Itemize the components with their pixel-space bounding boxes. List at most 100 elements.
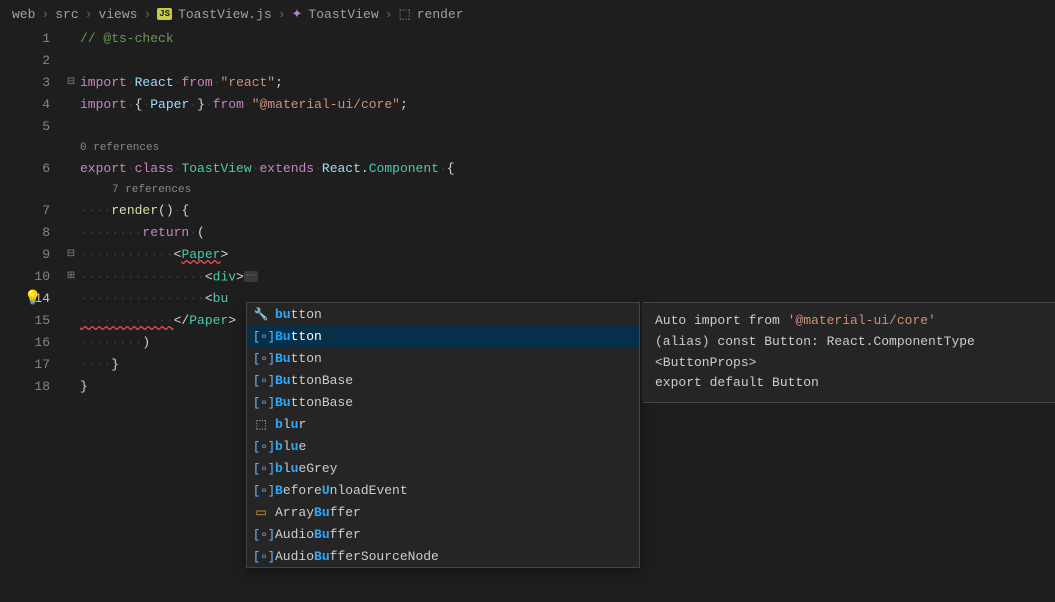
line-number: 4 (0, 94, 50, 116)
line-number: 6 (0, 158, 50, 180)
autocomplete-item[interactable]: [∘] blueGrey (247, 457, 639, 479)
autocomplete-item[interactable]: [∘] ButtonBase (247, 369, 639, 391)
code-text: Component (369, 161, 439, 176)
code-text: React (135, 75, 174, 90)
code-text: from (213, 97, 244, 112)
autocomplete-label: ButtonBase (275, 395, 353, 410)
line-number: 15 (0, 310, 50, 332)
chevron-right-icon: › (278, 7, 286, 22)
code-text: ToastView (181, 161, 251, 176)
code-text: import (80, 75, 127, 90)
code-text: return (142, 225, 189, 240)
code-text: render (111, 203, 158, 218)
breadcrumb-segment[interactable]: views (98, 7, 137, 22)
fold-collapse-icon[interactable]: ⊟ (62, 72, 80, 94)
autocomplete-item[interactable]: [∘]AudioBufferSourceNode (247, 545, 639, 567)
code-text: // @ts-check (80, 31, 174, 46)
chevron-right-icon: › (85, 7, 93, 22)
autocomplete-item[interactable]: [∘] blue (247, 435, 639, 457)
breadcrumb-symbol[interactable]: ToastView (308, 7, 378, 22)
code-text: "@material-ui/core" (252, 97, 400, 112)
code-text: class (135, 161, 174, 176)
chevron-right-icon: › (41, 7, 49, 22)
autocomplete-label: blueGrey (275, 461, 337, 476)
chevron-right-icon: › (385, 7, 393, 22)
breadcrumb-segment[interactable]: web (12, 7, 35, 22)
documentation-popup: × Auto import from '@material-ui/core' (… (642, 302, 1055, 403)
doc-text: '@material-ui/core' (788, 313, 936, 328)
code-text: "react" (220, 75, 275, 90)
suggestion-kind-icon: [∘] (253, 395, 269, 410)
line-number: 7 (0, 200, 50, 222)
method-icon: ⬚ (398, 7, 410, 22)
suggestion-kind-icon: [∘] (253, 373, 269, 388)
line-number: 8 (0, 222, 50, 244)
doc-text: Auto import from (655, 313, 788, 328)
code-text: Paper (150, 97, 189, 112)
autocomplete-label: button (275, 307, 322, 322)
line-number: 5 (0, 116, 50, 138)
suggestion-kind-icon: [∘] (253, 351, 269, 366)
autocomplete-label: AudioBuffer (275, 527, 361, 542)
autocomplete-label: Button (275, 329, 322, 344)
autocomplete-item[interactable]: [∘] AudioBuffer (247, 523, 639, 545)
autocomplete-item[interactable]: [∘] Button (247, 325, 639, 347)
code-text: export (80, 161, 127, 176)
line-number: 1 (0, 28, 50, 50)
autocomplete-item[interactable]: ⬚blur (247, 413, 639, 435)
codelens-references[interactable]: 7 references (80, 180, 1055, 200)
autocomplete-label: AudioBufferSourceNode (275, 549, 439, 564)
code-text: from (181, 75, 212, 90)
suggestion-kind-icon: [∘] (253, 461, 269, 476)
folded-code-indicator[interactable]: ⋯ (244, 271, 258, 282)
autocomplete-item[interactable]: [∘] Button (247, 347, 639, 369)
doc-text: <ButtonProps> (655, 353, 1055, 374)
doc-text: export default Button (655, 373, 1055, 394)
line-number: 10 (0, 266, 50, 288)
codelens-references[interactable]: 0 references (80, 138, 1055, 158)
autocomplete-label: blur (275, 417, 306, 432)
autocomplete-item[interactable]: 🔧 button (247, 303, 639, 325)
lightbulb-icon[interactable]: 💡 (24, 288, 41, 310)
line-number: 2 (0, 50, 50, 72)
breadcrumb-file[interactable]: ToastView.js (178, 7, 272, 22)
fold-collapse-icon[interactable]: ⊟ (62, 244, 80, 266)
code-text: Paper (189, 313, 228, 328)
codelens-spacer (0, 138, 50, 158)
suggestion-kind-icon: [∘] (253, 483, 269, 498)
suggestion-kind-icon: [∘] (253, 439, 269, 454)
breadcrumb-symbol[interactable]: render (417, 7, 464, 22)
line-number: 18 (0, 376, 50, 398)
line-number: 16 (0, 332, 50, 354)
code-text: extends (259, 161, 314, 176)
js-file-icon: JS (157, 8, 172, 20)
line-number: 3 (0, 72, 50, 94)
autocomplete-label: Button (275, 351, 322, 366)
chevron-right-icon: › (143, 7, 151, 22)
autocomplete-item[interactable]: ▭ ArrayBuffer (247, 501, 639, 523)
line-number: 17 (0, 354, 50, 376)
doc-text: (alias) const Button: React.ComponentTyp… (655, 332, 1055, 353)
suggestion-kind-icon: [∘] (253, 527, 269, 542)
autocomplete-item[interactable]: [∘]BeforeUnloadEvent (247, 479, 639, 501)
autocomplete-label: ButtonBase (275, 373, 353, 388)
autocomplete-label: blue (275, 439, 306, 454)
suggestion-kind-icon: ▭ (253, 505, 269, 520)
code-editor[interactable]: 1 2 3 4 5 6 7 8 9 10 14 15 16 17 18 ⊟ ⊟ … (0, 28, 1055, 602)
fold-expand-icon[interactable]: ⊞ (62, 266, 80, 288)
autocomplete-popup[interactable]: 🔧button[∘]Button[∘]Button[∘]ButtonBase[∘… (246, 302, 640, 568)
fold-gutter: ⊟ ⊟ ⊞ (62, 28, 80, 602)
autocomplete-item[interactable]: [∘] ButtonBase (247, 391, 639, 413)
code-text: div (213, 269, 236, 284)
suggestion-kind-icon: [∘] (253, 329, 269, 344)
code-area[interactable]: // @ts-check import·React·from·"react"; … (80, 28, 1055, 602)
code-text: React (322, 161, 361, 176)
code-text: import (80, 97, 127, 112)
suggestion-kind-icon: 🔧 (253, 307, 269, 322)
breadcrumb: web › src › views › JS ToastView.js › ✦ … (0, 0, 1055, 28)
autocomplete-label: ArrayBuffer (275, 505, 361, 520)
code-text: Paper (181, 247, 220, 262)
line-number: 9 (0, 244, 50, 266)
breadcrumb-segment[interactable]: src (55, 7, 78, 22)
class-icon: ✦ (292, 7, 303, 22)
